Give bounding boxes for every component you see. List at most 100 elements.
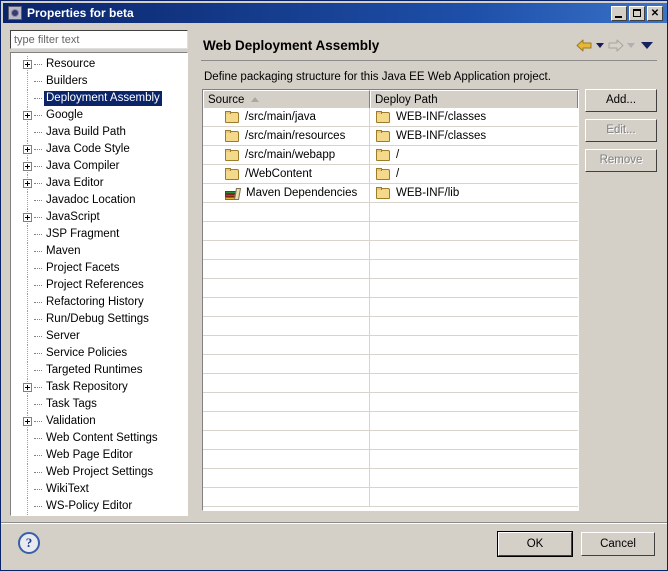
- table-row-empty[interactable]: [203, 203, 578, 222]
- sidebar-item-service-policies[interactable]: Service Policies: [11, 345, 187, 362]
- table-row-empty[interactable]: [203, 336, 578, 355]
- table-row-empty[interactable]: [203, 412, 578, 431]
- expand-plus-icon[interactable]: [23, 383, 32, 392]
- sidebar-item-google[interactable]: Google: [11, 107, 187, 124]
- cancel-button[interactable]: Cancel: [581, 532, 655, 556]
- tree-connector: [27, 447, 29, 464]
- add-button[interactable]: Add...: [585, 89, 657, 112]
- sidebar-item-server[interactable]: Server: [11, 328, 187, 345]
- expand-plus-icon[interactable]: [23, 111, 32, 120]
- sidebar-item-resource[interactable]: Resource: [11, 56, 187, 73]
- sidebar-item-web-project-settings[interactable]: Web Project Settings: [11, 464, 187, 481]
- expand-plus-icon[interactable]: [23, 179, 32, 188]
- tree-dash: [34, 353, 42, 355]
- sidebar-item-task-tags[interactable]: Task Tags: [11, 396, 187, 413]
- sidebar-item-xdoclet[interactable]: XDoclet: [11, 515, 187, 516]
- table-row[interactable]: /src/main/webapp/: [203, 146, 578, 165]
- sidebar-item-wikitext[interactable]: WikiText: [11, 481, 187, 498]
- settings-tree[interactable]: ResourceBuildersDeployment AssemblyGoogl…: [10, 52, 188, 516]
- column-header-source[interactable]: Source: [203, 90, 370, 108]
- cell-source: [203, 298, 370, 316]
- tree-connector: [27, 294, 29, 311]
- table-row-empty[interactable]: [203, 374, 578, 393]
- page-description: Define packaging structure for this Java…: [204, 71, 551, 83]
- sidebar-item-jsp-fragment[interactable]: JSP Fragment: [11, 226, 187, 243]
- sidebar-item-deployment-assembly[interactable]: Deployment Assembly: [11, 90, 187, 107]
- table-row-empty[interactable]: [203, 355, 578, 374]
- sidebar-item-project-facets[interactable]: Project Facets: [11, 260, 187, 277]
- table-row-empty[interactable]: [203, 431, 578, 450]
- sidebar-item-label: Maven: [44, 244, 83, 259]
- table-row-empty[interactable]: [203, 393, 578, 412]
- tree-dash: [34, 489, 42, 491]
- sidebar-item-ws-policy-editor[interactable]: WS-Policy Editor: [11, 498, 187, 515]
- cell-source: [203, 260, 370, 278]
- sidebar-item-label: Service Policies: [44, 346, 129, 361]
- table-row-empty[interactable]: [203, 450, 578, 469]
- tree-dash: [34, 285, 42, 287]
- column-header-deploy-path[interactable]: Deploy Path: [370, 90, 578, 108]
- tree-connector: [27, 396, 29, 413]
- sidebar-item-label: Web Content Settings: [44, 431, 160, 446]
- minimize-button[interactable]: [611, 6, 627, 21]
- table-row-empty[interactable]: [203, 469, 578, 488]
- cell-deploy-path: WEB-INF/lib: [370, 184, 578, 202]
- content-panel: Web Deployment Assembly Define packagi: [197, 28, 661, 516]
- table-row[interactable]: /WebContent/: [203, 165, 578, 184]
- expand-plus-icon[interactable]: [23, 213, 32, 222]
- expand-plus-icon[interactable]: [23, 162, 32, 171]
- help-icon[interactable]: ?: [18, 532, 40, 554]
- sidebar-item-label: JSP Fragment: [44, 227, 121, 242]
- filter-input[interactable]: [10, 30, 188, 49]
- folder-icon: [225, 130, 240, 143]
- sidebar-item-javadoc-location[interactable]: Javadoc Location: [11, 192, 187, 209]
- cell-deploy-path-text: WEB-INF/classes: [396, 130, 486, 142]
- tree-dash: [34, 455, 42, 457]
- cell-deploy-path: [370, 279, 578, 297]
- sidebar-item-javascript[interactable]: JavaScript: [11, 209, 187, 226]
- table-row-empty[interactable]: [203, 241, 578, 260]
- table-body: /src/main/javaWEB-INF/classes/src/main/r…: [203, 108, 578, 507]
- sidebar-item-java-code-style[interactable]: Java Code Style: [11, 141, 187, 158]
- ok-button[interactable]: OK: [498, 532, 572, 556]
- table-row-empty[interactable]: [203, 317, 578, 336]
- sidebar-item-web-content-settings[interactable]: Web Content Settings: [11, 430, 187, 447]
- sidebar-item-builders[interactable]: Builders: [11, 73, 187, 90]
- table-row[interactable]: /src/main/resourcesWEB-INF/classes: [203, 127, 578, 146]
- tree-dash: [34, 183, 42, 185]
- sidebar-item-web-page-editor[interactable]: Web Page Editor: [11, 447, 187, 464]
- back-arrow-icon[interactable]: [576, 38, 593, 53]
- table-row[interactable]: Maven DependenciesWEB-INF/lib: [203, 184, 578, 203]
- sidebar-item-project-references[interactable]: Project References: [11, 277, 187, 294]
- expand-plus-icon[interactable]: [23, 145, 32, 154]
- back-menu-chevron-down-icon[interactable]: [596, 43, 604, 48]
- sidebar-item-maven[interactable]: Maven: [11, 243, 187, 260]
- sidebar-item-targeted-runtimes[interactable]: Targeted Runtimes: [11, 362, 187, 379]
- sidebar-item-java-build-path[interactable]: Java Build Path: [11, 124, 187, 141]
- sidebar-item-label: Project References: [44, 278, 146, 293]
- assembly-table[interactable]: Source Deploy Path /src/main/javaWEB-INF…: [202, 89, 579, 511]
- page-menu-chevron-down-icon[interactable]: [641, 42, 653, 49]
- cell-deploy-path: [370, 374, 578, 392]
- table-row-empty[interactable]: [203, 488, 578, 507]
- sidebar-item-validation[interactable]: Validation: [11, 413, 187, 430]
- table-row-empty[interactable]: [203, 279, 578, 298]
- table-row-empty[interactable]: [203, 260, 578, 279]
- table-row-empty[interactable]: [203, 222, 578, 241]
- table-row-empty[interactable]: [203, 298, 578, 317]
- maximize-button[interactable]: [629, 6, 645, 21]
- sidebar-item-task-repository[interactable]: Task Repository: [11, 379, 187, 396]
- sidebar-item-java-editor[interactable]: Java Editor: [11, 175, 187, 192]
- sidebar-item-java-compiler[interactable]: Java Compiler: [11, 158, 187, 175]
- expand-plus-icon[interactable]: [23, 60, 32, 69]
- cell-source: [203, 412, 370, 430]
- table-row[interactable]: /src/main/javaWEB-INF/classes: [203, 108, 578, 127]
- tree-connector: [27, 90, 29, 107]
- gear-icon: [7, 5, 23, 21]
- close-button[interactable]: ✕: [647, 6, 663, 21]
- cell-source: [203, 241, 370, 259]
- sidebar-item-refactoring-history[interactable]: Refactoring History: [11, 294, 187, 311]
- sort-ascending-icon: [251, 97, 259, 102]
- sidebar-item-run-debug-settings[interactable]: Run/Debug Settings: [11, 311, 187, 328]
- expand-plus-icon[interactable]: [23, 417, 32, 426]
